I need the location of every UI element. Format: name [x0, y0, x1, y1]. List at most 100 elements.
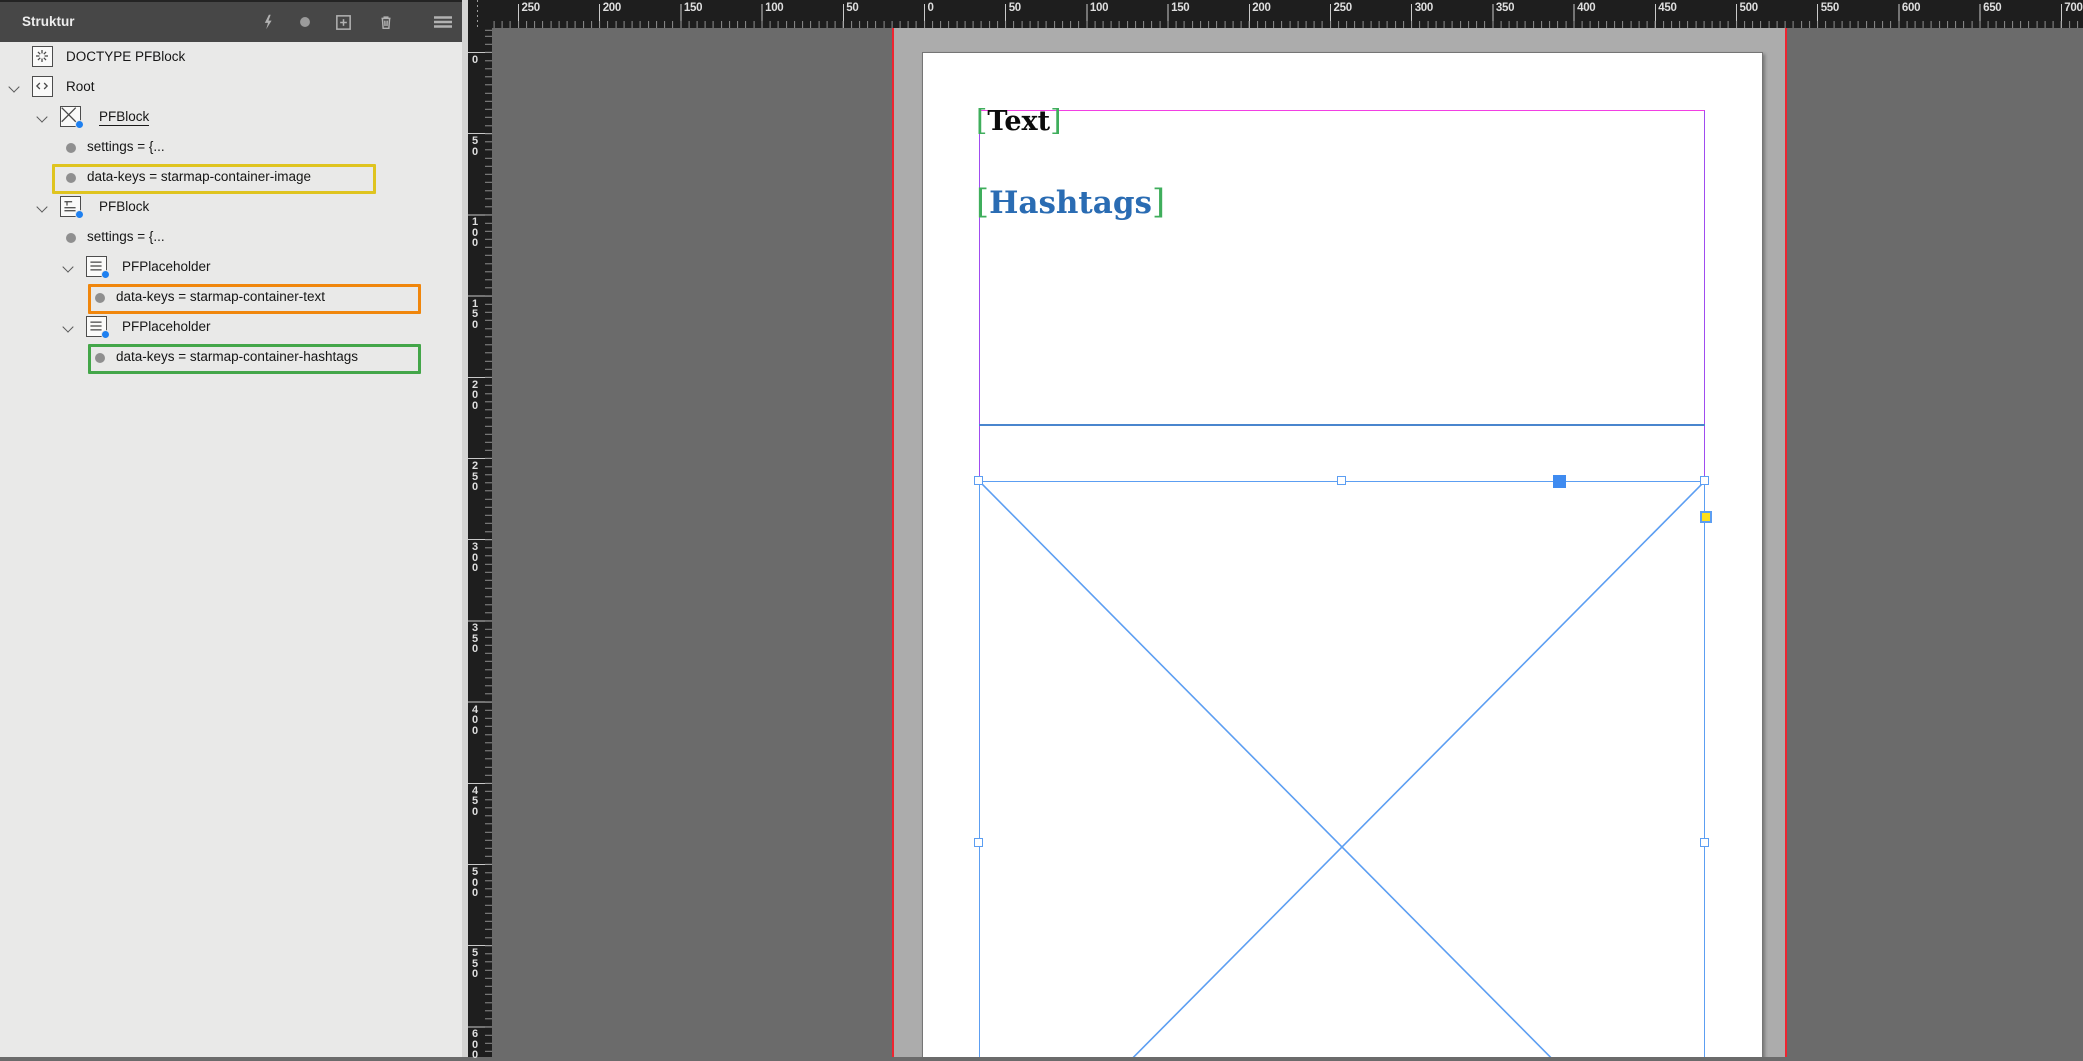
hruler-label: 150: [684, 2, 702, 14]
add-element-icon[interactable]: [331, 10, 355, 34]
empty-frame-x: [980, 482, 1704, 1057]
text-frame-divider: [979, 424, 1705, 426]
attached-dot-icon: [101, 270, 110, 279]
selection-handle-top-right[interactable]: [1700, 476, 1709, 485]
hruler-label: 0: [928, 2, 934, 14]
attribute-bullet-icon: [66, 173, 76, 183]
attribute-label[interactable]: settings = {...: [87, 139, 165, 154]
hruler-label: 450: [1658, 2, 1676, 14]
chevron-down-icon[interactable]: [62, 321, 73, 332]
hruler-label: 50: [846, 2, 858, 14]
tree-element-row[interactable]: PFBlock: [0, 102, 462, 132]
document-canvas[interactable]: [Text] [Hashtags]: [492, 28, 2083, 1057]
vruler-label: 5 0: [472, 136, 478, 157]
attribute-bullet-icon: [95, 353, 105, 363]
ruler-origin-box[interactable]: [468, 0, 492, 28]
hruler-label: 50: [1009, 2, 1021, 14]
hruler-label: 650: [1983, 2, 2001, 14]
attached-dot-icon: [101, 330, 110, 339]
structure-panel-header: Struktur: [0, 0, 462, 42]
chevron-down-icon[interactable]: [36, 201, 47, 212]
selection-handle-middle-left[interactable]: [974, 838, 983, 847]
attribute-label[interactable]: data-keys = starmap-container-hashtags: [116, 349, 358, 364]
image-placeholder-frame[interactable]: [979, 481, 1705, 1057]
placeholder-bracket-left: [: [976, 182, 989, 221]
tree-node-label[interactable]: PFBlock: [99, 109, 149, 126]
indesign-workspace: { "panel": { "title": "Struktur", "toolb…: [0, 0, 2083, 1057]
horizontal-ruler[interactable]: 250 200 150 100 50 0 50 100 150 200 250 300 350 400 45…: [492, 0, 2083, 28]
selection-handle-middle-right[interactable]: [1700, 838, 1709, 847]
panel-menu-icon[interactable]: [431, 10, 455, 34]
vertical-ruler[interactable]: 05 01 0 01 5 02 0 02 5 03 0 03 5 04 0 04…: [468, 28, 492, 1057]
chevron-down-icon[interactable]: [36, 111, 47, 122]
vruler-label: 4 5 0: [472, 786, 478, 818]
hruler-label: 350: [1496, 2, 1514, 14]
hruler-label: 400: [1577, 2, 1595, 14]
tree-element-row[interactable]: PFBlock: [0, 192, 462, 222]
hruler-label: 250: [522, 2, 540, 14]
tree-attribute-row[interactable]: data-keys = starmap-container-text: [0, 282, 462, 312]
vruler-label: 5 5 0: [472, 948, 478, 980]
chevron-down-icon[interactable]: [8, 81, 19, 92]
selection-handle-top-left[interactable]: [974, 476, 983, 485]
attribute-bullet-icon: [66, 143, 76, 153]
structure-panel: Struktur DOCTYPE PFBlock Root PFBlock setti…: [0, 0, 462, 1057]
placeholder-icon: [86, 256, 107, 277]
tree-element-row[interactable]: Root: [0, 72, 462, 102]
hruler-label: 100: [765, 2, 783, 14]
tree-node-label[interactable]: DOCTYPE PFBlock: [66, 49, 185, 64]
tree-attribute-row[interactable]: settings = {...: [0, 222, 462, 252]
tree-node-label[interactable]: Root: [66, 79, 95, 94]
tree-node-label[interactable]: PFPlaceholder: [122, 319, 211, 334]
ruler-origin-marker: [477, 0, 478, 28]
tree-element-row[interactable]: PFPlaceholder: [0, 312, 462, 342]
trash-icon[interactable]: [374, 10, 398, 34]
placeholder-bracket-right: ]: [1050, 103, 1061, 137]
tree-attribute-row[interactable]: settings = {...: [0, 132, 462, 162]
hruler-label: 200: [1252, 2, 1270, 14]
vruler-label: 1 5 0: [472, 299, 478, 331]
vruler-label: 3 5 0: [472, 623, 478, 655]
hruler-label: 200: [603, 2, 621, 14]
hruler-label: 250: [1334, 2, 1352, 14]
hruler-label: 300: [1415, 2, 1433, 14]
vruler-label: 4 0 0: [472, 705, 478, 737]
vruler-label: 3 0 0: [472, 542, 478, 574]
tree-node-label[interactable]: PFBlock: [99, 199, 149, 214]
vruler-label: 0: [472, 55, 478, 66]
placeholder-bracket-right: ]: [1152, 182, 1165, 221]
hruler-label: 150: [1171, 2, 1189, 14]
tree-node-label[interactable]: PFPlaceholder: [122, 259, 211, 274]
attribute-label[interactable]: settings = {...: [87, 229, 165, 244]
vruler-label: 1 0 0: [472, 217, 478, 249]
selection-handle-top-center[interactable]: [1337, 476, 1346, 485]
hruler-label: 100: [1090, 2, 1108, 14]
vruler-label: 5 0 0: [472, 867, 478, 899]
hruler-label: 700: [2064, 2, 2082, 14]
structure-tree: DOCTYPE PFBlock Root PFBlock settings = {..…: [0, 40, 462, 1057]
vruler-label: 6 0 0: [472, 1029, 478, 1061]
vruler-minor-ticks: [485, 28, 492, 1057]
hruler-minor-ticks: [492, 21, 2083, 28]
tree-attribute-row[interactable]: data-keys = starmap-container-image: [0, 162, 462, 192]
record-circle-icon[interactable]: [293, 10, 317, 34]
attached-dot-icon: [75, 120, 84, 129]
tree-element-row[interactable]: DOCTYPE PFBlock: [0, 42, 462, 72]
text-block-icon: [60, 196, 81, 217]
chevron-down-icon[interactable]: [62, 261, 73, 272]
hruler-label: 550: [1821, 2, 1839, 14]
text-placeholder-label[interactable]: [Text]: [976, 106, 1062, 135]
attribute-label[interactable]: data-keys = starmap-container-image: [87, 169, 311, 184]
placeholder-bracket-left: [: [976, 103, 987, 137]
text-outport-handle[interactable]: [1553, 475, 1566, 488]
tree-attribute-row[interactable]: data-keys = starmap-container-hashtags: [0, 342, 462, 372]
panel-title: Struktur: [22, 2, 75, 42]
vruler-label: 2 5 0: [472, 461, 478, 493]
lightning-icon[interactable]: [256, 10, 280, 34]
hruler-label: 600: [1902, 2, 1920, 14]
live-corner-widget[interactable]: [1700, 511, 1712, 523]
bleed-guide-right: [1785, 28, 1787, 1057]
hashtags-placeholder-label[interactable]: [Hashtags]: [976, 185, 1165, 219]
attribute-label[interactable]: data-keys = starmap-container-text: [116, 289, 325, 304]
tree-element-row[interactable]: PFPlaceholder: [0, 252, 462, 282]
